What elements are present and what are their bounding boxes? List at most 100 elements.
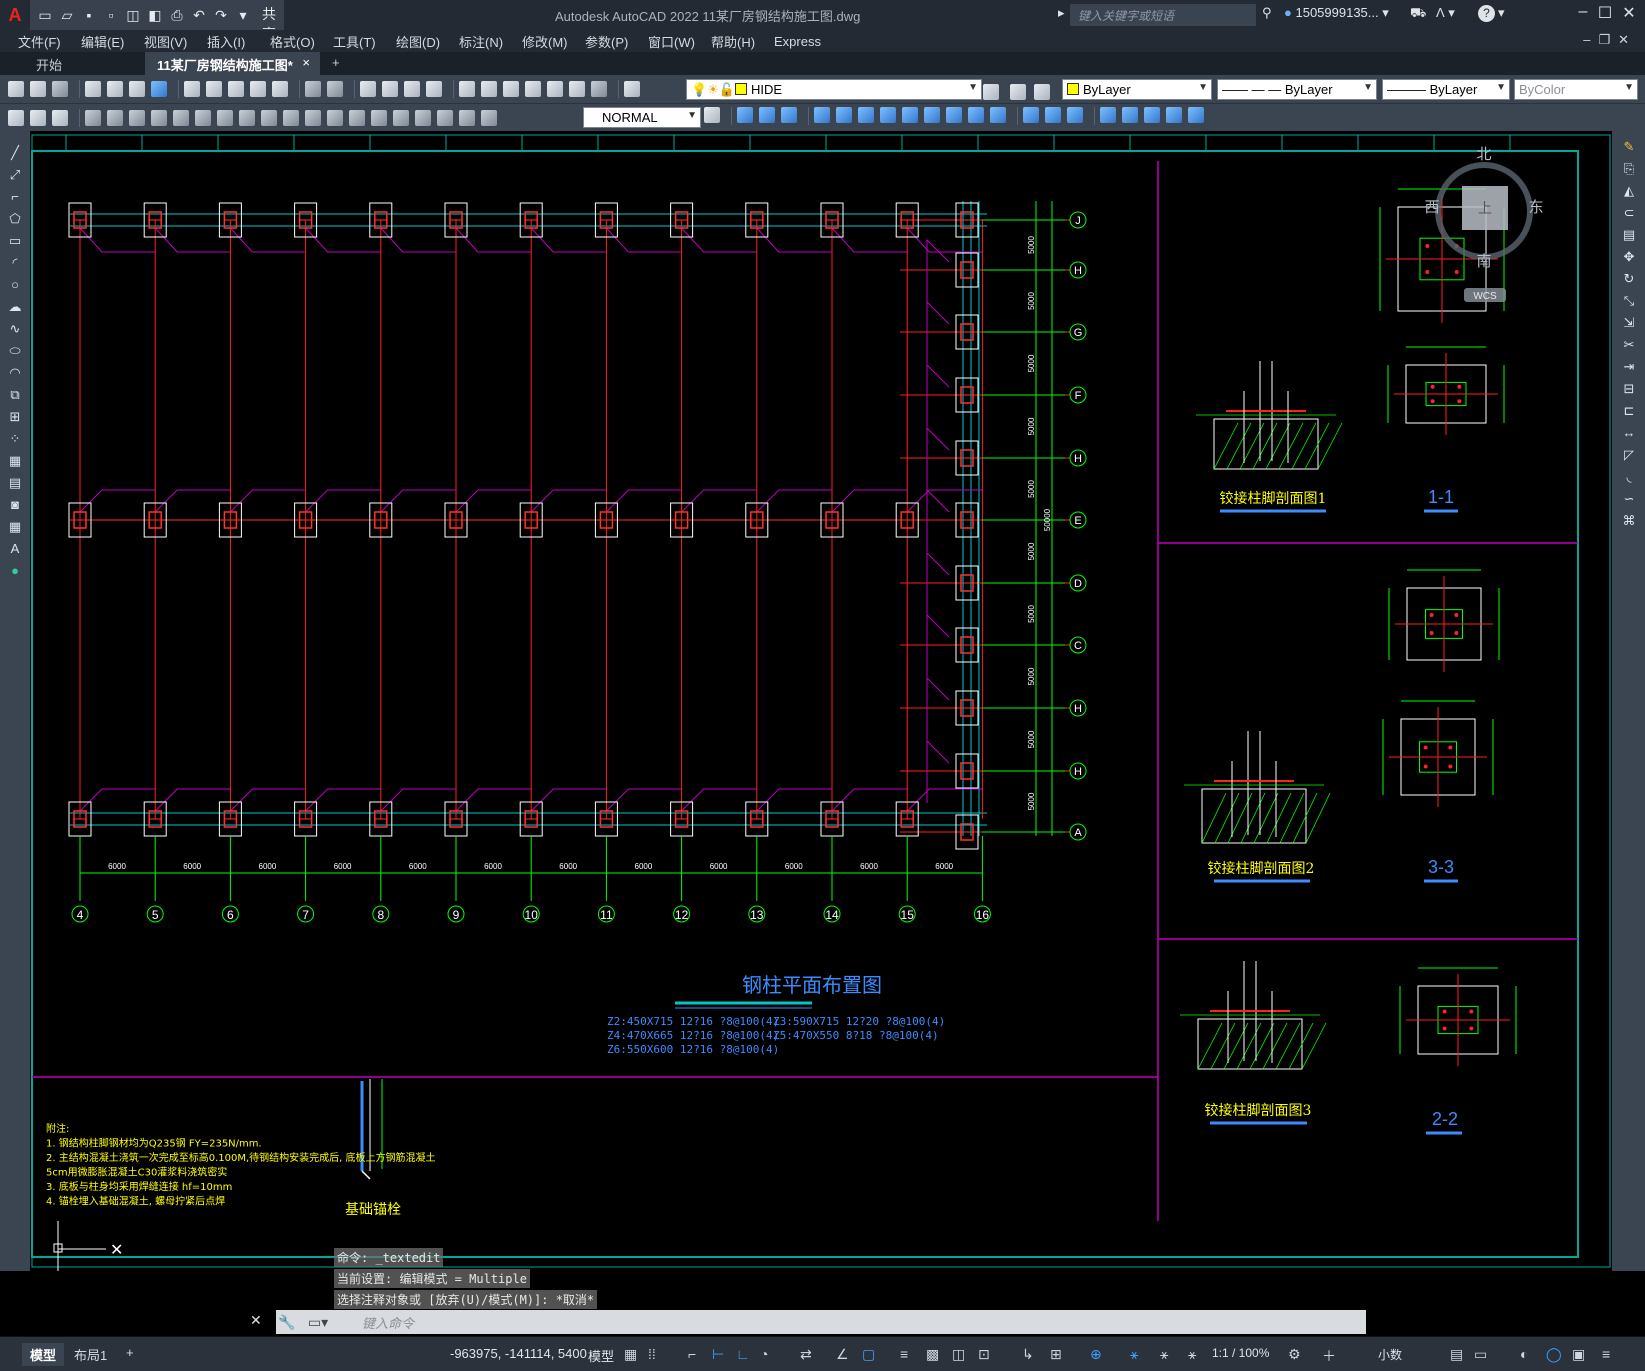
point-icon[interactable]: ⁘ [7,431,23,447]
revcloud-icon[interactable]: ☁ [7,299,23,315]
annotation-monitor-icon[interactable]: ＋ [1322,1346,1336,1366]
dimstyle-dropdown[interactable]: NORMAL ▼ [583,107,701,128]
plot-icon[interactable]: ⎙ [168,7,186,24]
layer-dropdown[interactable]: 💡☀🔓 HIDE ▼ [686,79,982,100]
region-icon[interactable]: ◙ [7,497,23,513]
inspection-icon[interactable] [415,109,431,126]
scale-icon[interactable] [902,107,918,123]
color-dropdown[interactable]: ByLayer ▼ [1062,79,1212,100]
publish-icon[interactable] [129,81,145,97]
help-dropdown-icon[interactable]: ▾ [1498,5,1505,21]
annotation-scale-icon[interactable]: ⚹ [1188,1346,1196,1363]
tab-layout1[interactable]: 布局1 [74,1345,107,1364]
polyline-icon[interactable]: ⌐ [7,189,23,205]
draworder-icon[interactable] [1166,107,1182,123]
layer-match-icon[interactable] [1010,84,1026,100]
move-icon[interactable]: ✥ [1621,249,1637,265]
fillet-icon[interactable]: ◟ [1621,469,1637,485]
search-arrow-icon[interactable]: ▸ [1058,5,1065,21]
wcs-menu[interactable]: WCS [1473,291,1497,302]
save-as-icon[interactable]: ▫ [102,7,120,23]
redo-icon[interactable]: ↷ [212,7,230,24]
copy-icon[interactable] [206,81,222,97]
model-space-button[interactable]: 模型 [588,1346,614,1365]
blend-icon[interactable] [1188,107,1204,123]
move-icon[interactable] [858,107,874,123]
copy-object-icon[interactable] [759,107,775,123]
open-file-icon[interactable]: ▱ [58,7,76,24]
layer-previous-icon[interactable] [983,84,999,100]
compass-east[interactable]: 东 [1528,199,1543,216]
mirror-icon[interactable] [781,107,797,123]
join-icon[interactable]: ↔ [1621,425,1637,441]
command-customize-icon[interactable]: 🔧 [276,1314,298,1331]
angular-icon[interactable] [239,109,255,126]
dimension-break-icon[interactable] [349,109,365,126]
array-icon[interactable]: ▤ [1621,227,1637,243]
cut-icon[interactable] [184,81,200,97]
fillet-icon[interactable] [1045,107,1061,123]
command-close-icon[interactable]: ✕ [250,1312,274,1329]
break-icon[interactable]: ⊏ [1621,403,1637,419]
object-snap-tracking-icon[interactable]: ∠ [836,1346,849,1363]
align-icon[interactable] [1144,107,1160,123]
layer-state-icon[interactable] [1034,84,1050,100]
layer-off-icon[interactable] [52,109,68,126]
mirror-icon[interactable]: ◭ [1621,183,1637,199]
coordinate-readout[interactable]: -963975, -141114, 5400 [450,1346,587,1361]
scale-readout[interactable]: 1:1 / 100% [1212,1346,1269,1360]
explode-icon[interactable]: ⌘ [1621,513,1637,529]
gradient-icon[interactable]: ▤ [7,475,23,491]
pan-icon[interactable] [360,81,376,97]
zoom-realtime-icon[interactable] [382,81,398,97]
extend-icon[interactable]: ⇥ [1621,359,1637,375]
continue-icon[interactable] [305,109,321,126]
explode-icon[interactable] [1067,107,1083,123]
extend-icon[interactable] [968,107,984,123]
markup-icon[interactable] [547,81,563,97]
dimension-edit-icon[interactable] [459,109,475,126]
grid-icon[interactable]: ▦ [624,1346,637,1363]
selection-cycling-icon[interactable]: ◫ [952,1346,965,1363]
rectangle-icon[interactable]: ▭ [7,233,23,249]
zoom-previous-icon[interactable] [426,81,442,97]
isodraft-icon[interactable]: ⇄ [800,1346,812,1363]
menu-file[interactable]: 文件(F) [10,32,73,51]
isolate-objects-icon[interactable]: ◐ [1520,1346,1528,1362]
lineweight-icon[interactable]: ≡ [900,1346,908,1362]
linear-dimension-icon[interactable] [85,109,101,126]
snap-icon[interactable]: ⁞⁞ [648,1346,656,1362]
calculator-icon[interactable] [569,81,585,97]
line-icon[interactable]: ╱ [7,145,23,161]
make-block-icon[interactable]: ⊞ [7,409,23,425]
linetype-dropdown[interactable]: —— — — ByLayer ▼ [1217,79,1377,100]
drawing-canvas[interactable]: 4 6000 5 6000 6 6000 7 6000 8 6000 9 6000 10 6000 11 60… [30,131,1612,1271]
plot-icon[interactable] [85,81,101,97]
command-line[interactable]: ✕ 🔧 ▭▾ 键入命令 [250,1310,1366,1334]
gizmo-icon[interactable]: ⊕ [1090,1346,1102,1363]
dimstyle-manager-icon[interactable] [704,107,720,123]
offset-icon[interactable]: ⊂ [1621,205,1637,221]
properties-icon[interactable] [459,81,475,97]
help-icon[interactable] [591,81,607,97]
open-web-icon[interactable]: ◫ [124,7,142,24]
polar-tracking-icon[interactable]: ◔ [760,1346,768,1362]
open-icon[interactable] [30,81,46,97]
paste-icon[interactable] [228,81,244,97]
tab-drawing[interactable]: 11某厂房钢结构施工图* × [145,52,320,75]
command-prompt-icon[interactable]: ▭▾ [304,1314,332,1331]
annotation-visibility-icon[interactable]: ⚹ [1130,1346,1138,1363]
ortho-icon[interactable]: ∟ [736,1346,750,1362]
insert-block-icon[interactable]: ⧉ [7,387,23,403]
menu-insert[interactable]: 插入(I) [199,32,262,51]
construction-line-icon[interactable]: ⤢ [7,167,23,183]
menu-modify[interactable]: 修改(M) [514,32,577,51]
menu-view[interactable]: 视图(V) [136,32,199,51]
quick-properties-icon[interactable]: ▤ [1450,1346,1463,1363]
quick-dimension-icon[interactable] [261,109,277,126]
break-at-point-icon[interactable]: ⊟ [1621,381,1637,397]
ordinate-icon[interactable] [151,109,167,126]
search-input[interactable]: 键入关键字或短语 [1070,4,1256,26]
dimension-text-edit-icon[interactable] [481,109,497,126]
selection-filter-icon[interactable]: ⊞ [1050,1346,1062,1363]
